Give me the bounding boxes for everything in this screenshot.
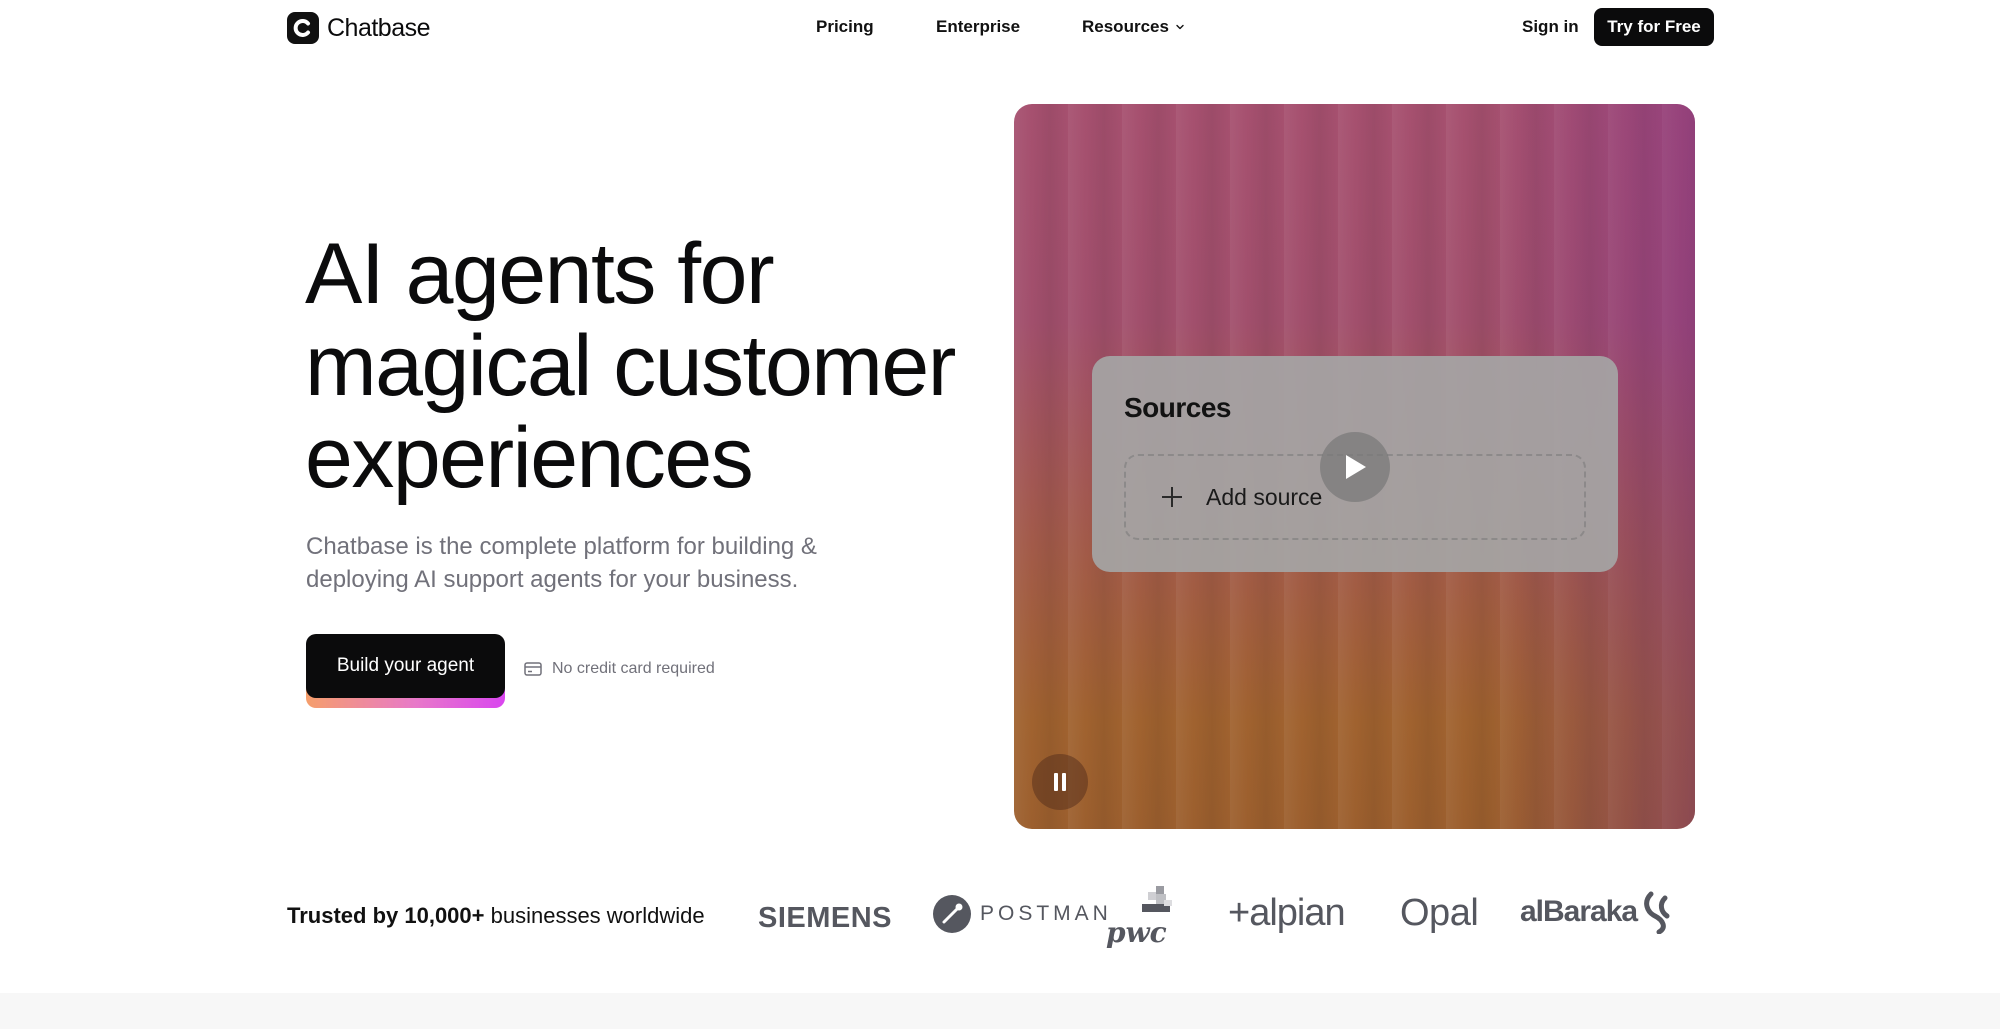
pwc-logo: pwc	[1106, 886, 1186, 949]
albaraka-wordmark: alBaraka	[1520, 895, 1638, 928]
brand-name: Chatbase	[327, 13, 431, 42]
albaraka-mark-icon	[1644, 891, 1670, 934]
nav-link-resources-label: Resources	[1082, 17, 1169, 36]
pause-button[interactable]	[1032, 754, 1088, 810]
hero-subtitle: Chatbase is the complete platform for bu…	[306, 530, 906, 596]
alpian-logo: +alpian	[1228, 892, 1346, 934]
postman-wordmark: POSTMAN	[980, 902, 1112, 925]
chevron-down-icon	[1176, 24, 1184, 30]
no-credit-card-note: No credit card required	[524, 660, 715, 678]
hero-title-line-2: magical customer	[305, 318, 956, 414]
albaraka-logo: alBaraka	[1520, 890, 1675, 934]
hero-title-line-1: AI agents for	[305, 226, 775, 322]
no-credit-card-text: No credit card required	[552, 660, 715, 677]
nav-link-resources[interactable]: Resources	[1082, 17, 1185, 37]
add-source-label: Add source	[1206, 483, 1323, 510]
chatbase-logo-link[interactable]: Chatbase	[287, 12, 431, 44]
chatbase-logo-icon	[287, 12, 319, 44]
plus-icon	[1162, 487, 1182, 507]
play-button[interactable]	[1320, 432, 1390, 502]
siemens-logo: SIEMENS	[758, 902, 893, 934]
sign-in-link[interactable]: Sign in	[1522, 17, 1579, 37]
postman-logo: POSTMAN	[932, 894, 1112, 934]
hero-subtitle-line-1: Chatbase is the complete platform for bu…	[306, 533, 817, 560]
pwc-wordmark: pwc	[1106, 916, 1167, 949]
opal-logo: Opal	[1400, 892, 1479, 934]
nav-link-pricing[interactable]: Pricing	[816, 17, 874, 37]
nav-link-enterprise[interactable]: Enterprise	[936, 17, 1020, 37]
next-section-band	[0, 993, 2000, 1029]
top-navbar: Chatbase Pricing Enterprise Resources Si…	[0, 0, 2000, 56]
try-for-free-button[interactable]: Try for Free	[1594, 8, 1714, 46]
play-icon	[1346, 455, 1366, 479]
hero-title: AI agents for magical customer experienc…	[305, 228, 1025, 504]
postman-mark-icon	[933, 895, 971, 933]
credit-card-icon	[524, 662, 542, 676]
hero-subtitle-line-2: deploying AI support agents for your bus…	[306, 566, 799, 593]
build-your-agent-button[interactable]: Build your agent	[306, 634, 505, 698]
sources-title: Sources	[1124, 392, 1232, 423]
pause-icon	[1054, 773, 1066, 791]
customer-logos: SIEMENS POSTMAN pwc +alpian Opal alBarak…	[0, 880, 2000, 960]
hero-title-line-3: experiences	[305, 410, 754, 506]
build-agent-cta: Build your agent	[306, 634, 505, 708]
product-demo-video[interactable]: Sources Add source	[1014, 104, 1695, 829]
